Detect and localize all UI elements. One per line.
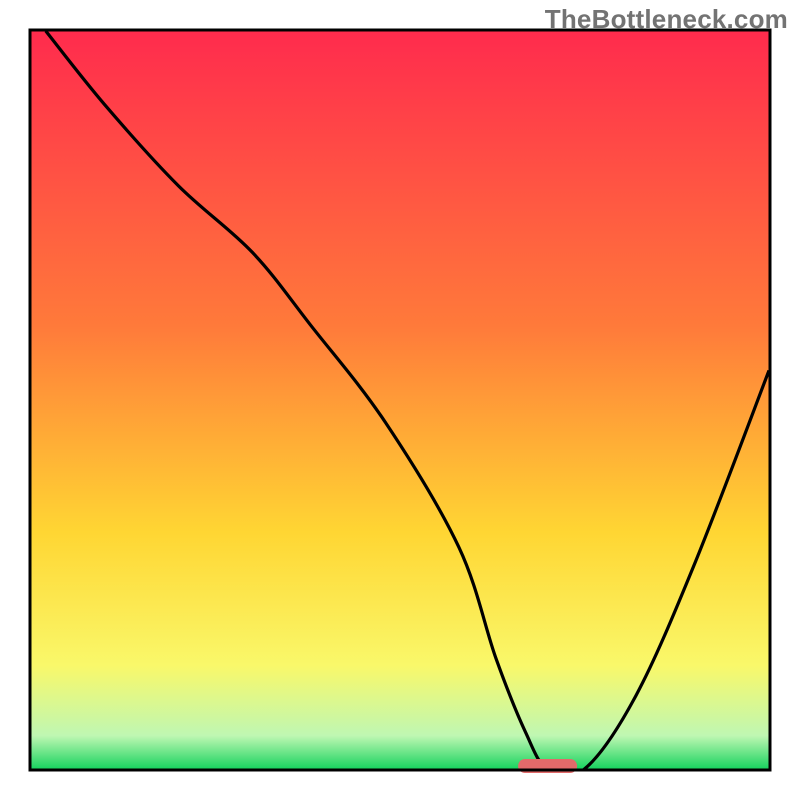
chart-stage: TheBottleneck.com [0, 0, 800, 800]
bottleneck-chart [0, 0, 800, 800]
watermark-text: TheBottleneck.com [545, 4, 788, 35]
gradient-background [31, 31, 769, 769]
